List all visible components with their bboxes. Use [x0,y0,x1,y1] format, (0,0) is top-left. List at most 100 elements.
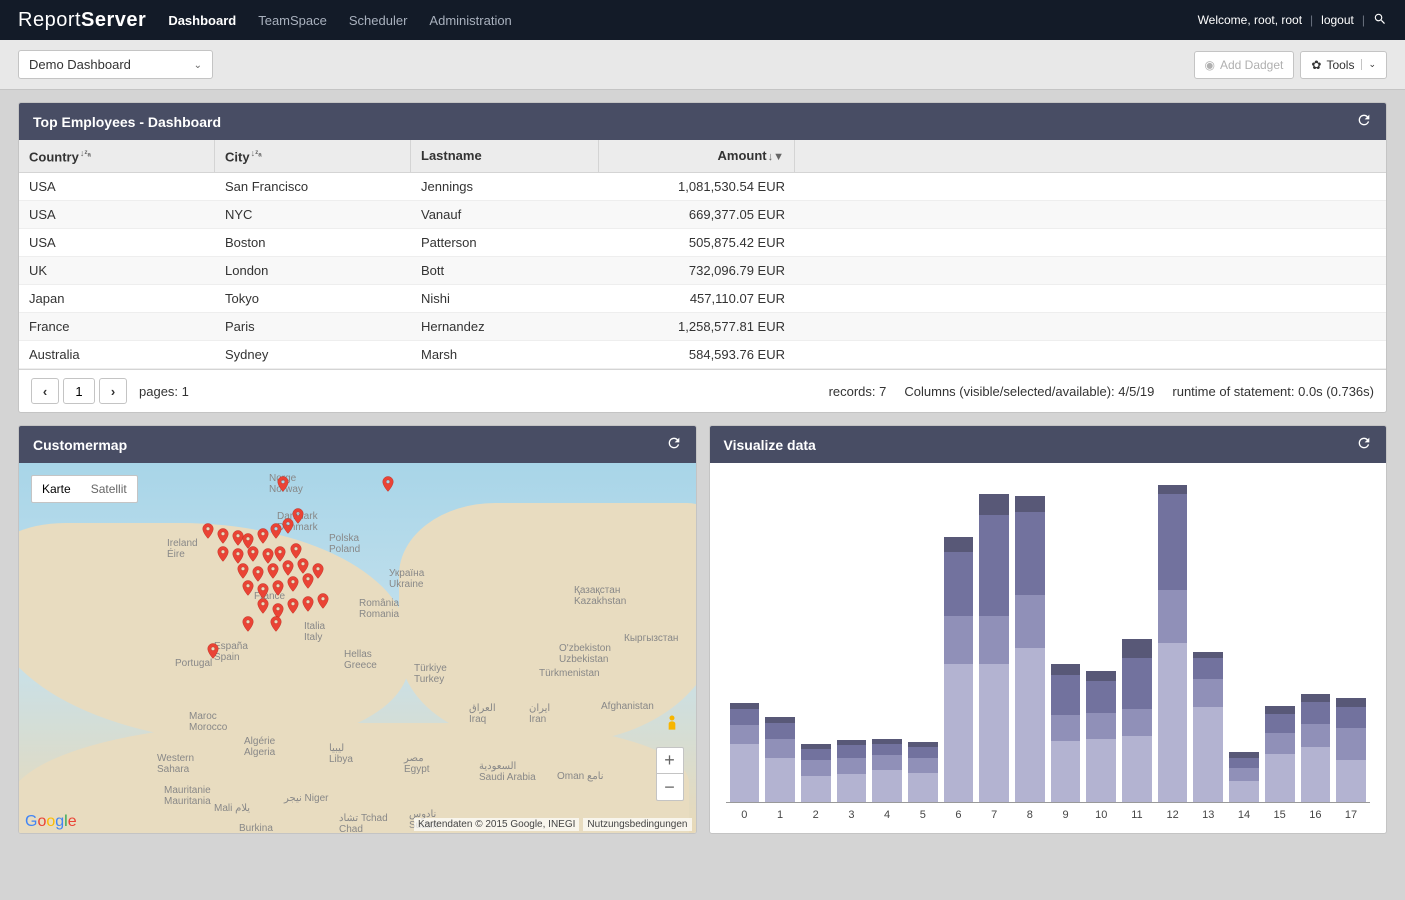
bar[interactable] [1086,483,1116,802]
streetview-icon[interactable] [662,713,682,741]
logo: ReportServer [18,9,146,32]
bar[interactable] [1051,483,1081,802]
map-marker[interactable] [204,638,222,664]
table-row[interactable]: UK London Bott 732,096.79 EUR [19,257,1386,285]
bar[interactable] [1015,483,1045,802]
column-amount[interactable]: Amount↓▼ [599,140,795,172]
chevron-down-icon: ⌄ [194,60,202,71]
column-lastname[interactable]: Lastname [411,140,599,172]
dashboard-selector[interactable]: Demo Dashboard ⌄ [18,50,213,79]
bar-chart: 01234567891011121314151617 [710,463,1387,833]
map-marker[interactable] [289,503,307,529]
panel-title: Customermap [33,437,127,453]
bar[interactable] [1122,483,1152,802]
refresh-icon[interactable] [1356,112,1372,131]
bar[interactable] [730,483,760,802]
prev-page-button[interactable]: ‹ [31,378,59,404]
cell-amount: 457,110.07 EUR [599,285,795,312]
axis-tick: 0 [730,809,760,821]
bar[interactable] [837,483,867,802]
cell-lastname: Jennings [411,173,599,200]
cell-country: UK [19,257,215,284]
bar[interactable] [1336,483,1366,802]
table-row[interactable]: Australia Sydney Marsh 584,593.76 EUR [19,341,1386,369]
column-city[interactable]: City↓ᶻₐ [215,140,411,172]
bar[interactable] [979,483,1009,802]
bar[interactable] [872,483,902,802]
nav-administration[interactable]: Administration [429,13,511,28]
runtime-stat: runtime of statement: 0.0s (0.736s) [1172,384,1374,399]
cell-city: NYC [215,201,411,228]
cell-amount: 1,081,530.54 EUR [599,173,795,200]
nav-scheduler[interactable]: Scheduler [349,13,408,28]
table-row[interactable]: France Paris Hernandez 1,258,577.81 EUR [19,313,1386,341]
axis-tick: 12 [1158,809,1188,821]
map-attribution: Kartendaten © 2015 Google, INEGI [414,818,579,831]
map-terms[interactable]: Nutzungsbedingungen [583,818,691,831]
table-row[interactable]: USA NYC Vanauf 669,377.05 EUR [19,201,1386,229]
table-row[interactable]: Japan Tokyo Nishi 457,110.07 EUR [19,285,1386,313]
tools-button[interactable]: ✿ Tools ⌄ [1300,51,1387,79]
cell-lastname: Nishi [411,285,599,312]
bar[interactable] [765,483,795,802]
cell-city: Paris [215,313,411,340]
zoom-out-button[interactable]: − [657,774,683,800]
bar[interactable] [1158,483,1188,802]
columns-stat: Columns (visible/selected/available): 4/… [904,384,1154,399]
bar[interactable] [801,483,831,802]
cell-lastname: Marsh [411,341,599,368]
logout-link[interactable]: logout [1321,13,1354,27]
axis-tick: 6 [944,809,974,821]
bar[interactable] [908,483,938,802]
nav-dashboard[interactable]: Dashboard [168,13,236,28]
axis-tick: 10 [1086,809,1116,821]
chevron-down-icon: ⌄ [1361,59,1376,70]
panel-title: Visualize data [724,437,816,453]
search-icon[interactable] [1373,12,1387,29]
cell-country: USA [19,201,215,228]
cell-country: USA [19,229,215,256]
bar[interactable] [944,483,974,802]
map-marker[interactable] [267,611,285,637]
table-row[interactable]: USA Boston Patterson 505,875.42 EUR [19,229,1386,257]
cell-country: Japan [19,285,215,312]
bar[interactable] [1301,483,1331,802]
add-dadget-button[interactable]: ◉ Add Dadget [1194,51,1295,79]
axis-tick: 11 [1122,809,1152,821]
cell-lastname: Hernandez [411,313,599,340]
axis-tick: 14 [1229,809,1259,821]
google-logo: Google [25,813,77,831]
zoom-in-button[interactable]: + [657,748,683,774]
app-header: ReportServer Dashboard TeamSpace Schedul… [0,0,1405,40]
map-marker[interactable] [314,588,332,614]
cell-amount: 732,096.79 EUR [599,257,795,284]
map-marker[interactable] [239,611,257,637]
cell-lastname: Patterson [411,229,599,256]
axis-tick: 8 [1015,809,1045,821]
page-input[interactable] [63,378,95,404]
axis-tick: 16 [1301,809,1331,821]
map-marker[interactable] [379,471,397,497]
bar[interactable] [1265,483,1295,802]
gear-icon: ✿ [1311,58,1321,72]
bar[interactable] [1229,483,1259,802]
bar[interactable] [1193,483,1223,802]
map-tab-satellit[interactable]: Satellit [81,476,137,502]
next-page-button[interactable]: › [99,378,127,404]
table-row[interactable]: USA San Francisco Jennings 1,081,530.54 … [19,173,1386,201]
axis-tick: 15 [1265,809,1295,821]
column-country[interactable]: Country↓ᶻₐ [19,140,215,172]
refresh-icon[interactable] [1356,435,1372,454]
axis-tick: 2 [801,809,831,821]
map[interactable]: Karte Satellit IrelandÉire Portugal Espa… [19,463,696,833]
cell-amount: 669,377.05 EUR [599,201,795,228]
refresh-icon[interactable] [666,435,682,454]
map-tab-karte[interactable]: Karte [32,476,81,502]
map-marker[interactable] [274,471,292,497]
cell-amount: 584,593.76 EUR [599,341,795,368]
panel-title: Top Employees - Dashboard [33,114,221,130]
customermap-panel: Customermap Karte Satellit IrelandÉire P… [18,425,697,834]
cell-lastname: Vanauf [411,201,599,228]
axis-tick: 3 [837,809,867,821]
nav-teamspace[interactable]: TeamSpace [258,13,327,28]
